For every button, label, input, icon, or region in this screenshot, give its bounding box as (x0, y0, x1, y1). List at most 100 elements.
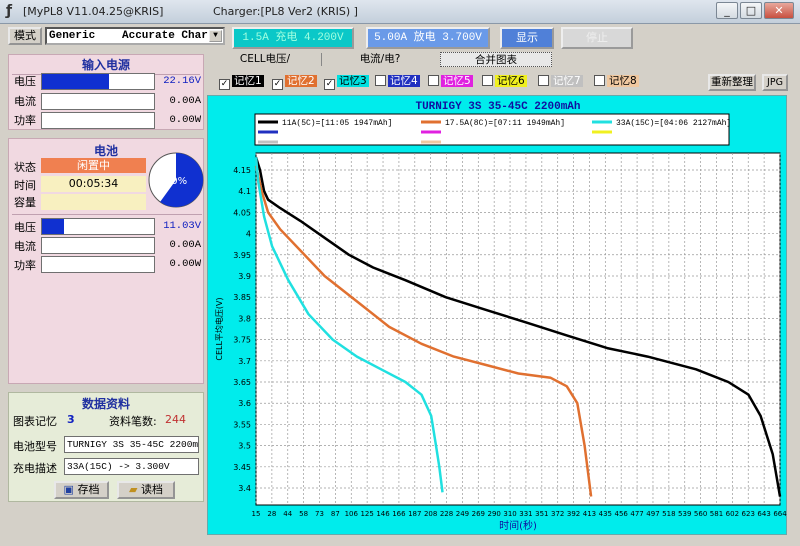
y-tick-label: 3.75 (233, 336, 251, 345)
data-info-title: 数据资料 (81, 397, 130, 411)
y-tick-label: 3.65 (233, 378, 251, 387)
checkbox-icon[interactable] (482, 75, 493, 86)
memory-checkbox-7[interactable]: 记忆7 (536, 75, 585, 89)
close-button[interactable]: ✕ (764, 2, 794, 19)
title-bar: ƒ [MyPL8 V11.04.25@KRIS] Charger:[PL8 Ve… (0, 0, 800, 24)
x-tick-label: 623 (742, 510, 755, 518)
tab-current[interactable]: 电流/电? (340, 52, 420, 67)
input-power-value: 0.00W (169, 114, 201, 126)
input-current-bar (41, 93, 155, 110)
x-tick-label: 310 (503, 510, 516, 518)
load-button-label: 读档 (140, 483, 163, 496)
input-voltage-label: 电压 (14, 75, 36, 88)
data-info-panel: 数据资料 图表记忆 3 资料笔数: 244 电池型号 TURNIGY 3S 35… (8, 392, 204, 502)
battery-panel: 电池 状态 闲置中 时间 00:05:34 容量 60% 电压 11.03V 电… (8, 138, 204, 384)
battery-type-input[interactable]: TURNIGY 3S 35-45C 2200mAh (64, 436, 199, 453)
display-button[interactable]: 显示 (500, 27, 554, 49)
memory-label: 记忆7 (551, 75, 583, 87)
charge-desc-label: 充电描述 (13, 462, 57, 475)
y-tick-label: 4.15 (233, 166, 251, 175)
charge-button[interactable]: 1.5A 充电 4.200V (232, 27, 354, 49)
save-button[interactable]: ▣ 存档 (54, 481, 109, 499)
chart-svg: TURNIGY 3S 35-45C 2200mAh 11A(5C)=[11:05 … (214, 101, 787, 532)
checkbox-checked-icon[interactable]: ✓ (219, 79, 230, 90)
y-tick-label: 3.45 (233, 463, 251, 472)
x-tick-label: 413 (583, 510, 596, 518)
x-tick-label: 125 (360, 510, 373, 518)
memory-label: 记忆5 (441, 75, 473, 87)
checkbox-icon[interactable] (594, 75, 605, 86)
input-power-title: 输入电源 (81, 58, 130, 72)
load-button[interactable]: ▰ 读档 (117, 481, 175, 499)
memory-checkbox-3[interactable]: ✓ 记忆3 (322, 75, 371, 90)
input-power-panel: 输入电源 电压 22.16V 电流 0.00A 功率 0.00W (8, 54, 204, 130)
app-icon: ƒ (6, 3, 13, 19)
checkbox-checked-icon[interactable]: ✓ (324, 79, 335, 90)
charger-info: Charger:[PL8 Ver2 (KRIS) ] (213, 5, 358, 18)
folder-icon: ▰ (129, 483, 138, 496)
charge-desc-input[interactable]: 33A(15C) -> 3.300V (64, 458, 199, 475)
input-voltage-bar (41, 73, 155, 90)
y-tick-label: 4.05 (233, 208, 251, 217)
minimize-button[interactable]: _ (716, 2, 738, 19)
x-tick-label: 106 (345, 510, 359, 518)
y-tick-label: 3.5 (238, 442, 251, 451)
legend-label: 33A(15C)=[04:06 2127mAh] (616, 119, 731, 128)
checkbox-checked-icon[interactable]: ✓ (272, 79, 283, 90)
x-tick-label: 73 (315, 510, 324, 518)
memory-checkbox-1[interactable]: ✓ 记忆1 (217, 75, 266, 90)
checkbox-icon[interactable] (428, 75, 439, 86)
x-tick-label: 290 (487, 510, 500, 518)
chevron-down-icon[interactable]: ▼ (209, 30, 222, 42)
y-tick-label: 3.8 (238, 314, 251, 323)
x-tick-label: 15 (252, 510, 261, 518)
checkbox-icon[interactable] (375, 75, 386, 86)
chart-area: TURNIGY 3S 35-45C 2200mAh 11A(5C)=[11:05 … (207, 95, 787, 535)
save-button-label: 存档 (77, 483, 100, 496)
record-count-value: 244 (165, 413, 186, 426)
record-count-label: 资料笔数: (109, 415, 157, 428)
pie-percent: 60% (165, 176, 187, 187)
memory-checkbox-8[interactable]: 记忆8 (592, 75, 641, 89)
y-tick-label: 3.4 (238, 484, 251, 493)
x-tick-label: 372 (551, 510, 564, 518)
capacity-value (41, 194, 146, 210)
profile-select-right: Accurate Char (122, 30, 208, 42)
y-tick-label: 3.6 (238, 399, 251, 408)
memory-checkbox-4[interactable]: 记忆4 (373, 75, 422, 89)
chart-memory-label: 图表记忆 (13, 415, 57, 428)
rearrange-button[interactable]: 重新整理 (708, 74, 756, 91)
chart-title: TURNIGY 3S 35-45C 2200mAh (415, 101, 580, 113)
time-label: 时间 (14, 179, 36, 192)
x-tick-label: 497 (646, 510, 659, 518)
chart-memory-value: 3 (67, 413, 75, 426)
y-tick-label: 4.1 (238, 187, 251, 196)
battery-voltage-label: 电压 (14, 221, 36, 234)
x-tick-label: 228 (440, 510, 453, 518)
x-tick-label: 87 (331, 510, 340, 518)
memory-label: 记忆6 (495, 75, 527, 87)
memory-checkbox-5[interactable]: 记忆5 (426, 75, 475, 89)
jpg-button[interactable]: JPG (762, 74, 788, 91)
memory-checkbox-2[interactable]: ✓ 记忆2 (270, 75, 319, 90)
discharge-button[interactable]: 5.00A 放电 3.700V (366, 27, 490, 49)
plot-background (255, 152, 781, 506)
memory-label: 记忆2 (285, 75, 317, 87)
maximize-button[interactable]: □ (740, 2, 762, 19)
tab-cell-voltage[interactable]: CELL电压/ (225, 52, 305, 67)
tab-merged-chart[interactable]: 合并图表 (440, 52, 552, 67)
memory-label: 记忆8 (607, 75, 639, 87)
x-tick-label: 351 (535, 510, 548, 518)
x-tick-label: 269 (472, 510, 485, 518)
x-tick-label: 58 (299, 510, 308, 518)
input-voltage-fill (42, 74, 110, 89)
x-tick-label: 477 (630, 510, 643, 518)
checkbox-icon[interactable] (538, 75, 549, 86)
profile-select-left: Generic (49, 30, 96, 42)
input-power-bar (41, 112, 155, 129)
memory-checkbox-6[interactable]: 记忆6 (480, 75, 529, 89)
y-tick-label: 3.55 (233, 420, 251, 429)
x-tick-label: 208 (424, 510, 437, 518)
profile-select[interactable]: Generic Accurate Char ▼ (45, 27, 225, 45)
stop-button[interactable]: 停止 (561, 27, 633, 49)
